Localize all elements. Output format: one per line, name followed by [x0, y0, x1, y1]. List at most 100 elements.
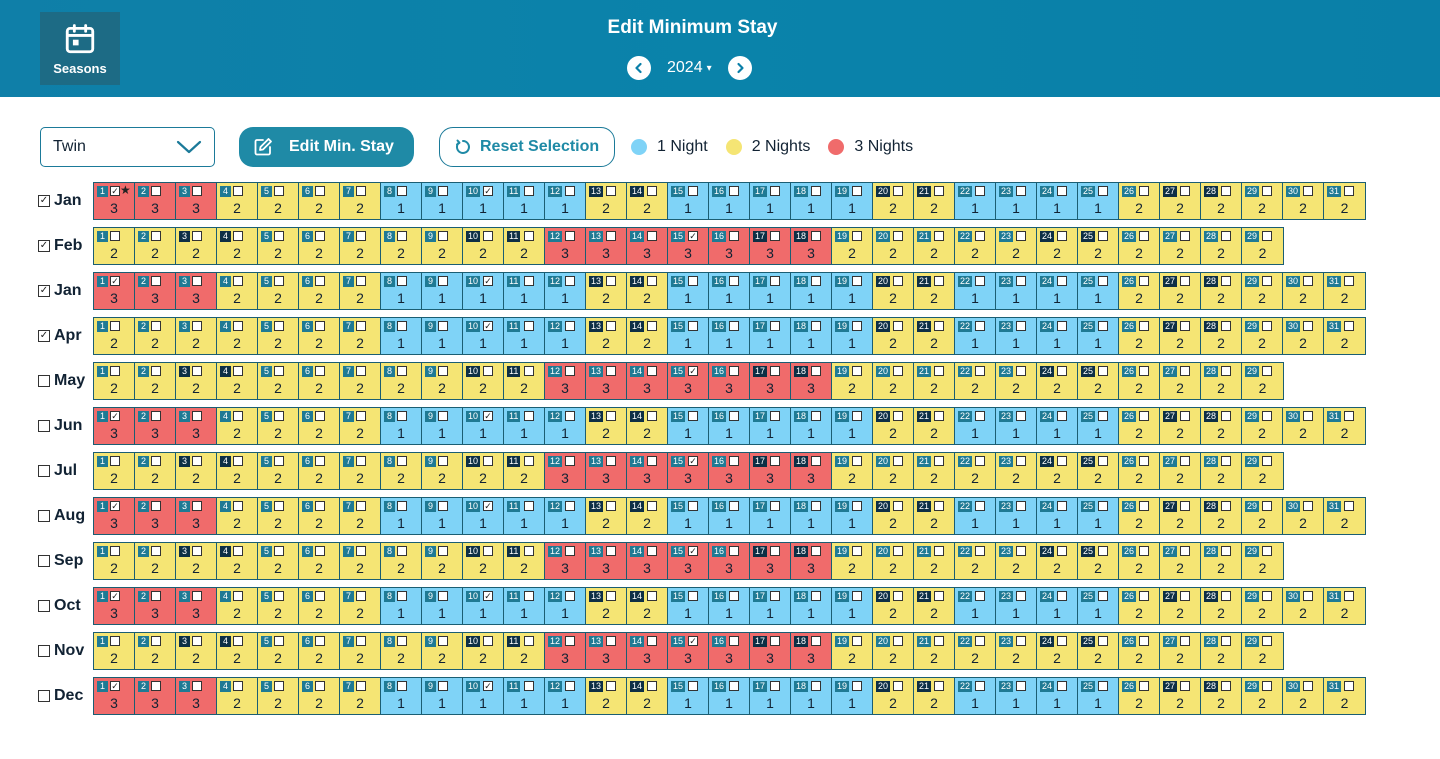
day-cell[interactable]: 30 2	[1283, 678, 1324, 714]
day-cell[interactable]: 33	[176, 498, 217, 534]
day-checkbox[interactable]	[606, 411, 616, 421]
day-cell[interactable]: 15 1	[668, 588, 709, 624]
day-checkbox[interactable]	[1221, 591, 1231, 601]
day-cell[interactable]: 91	[422, 318, 463, 354]
day-cell[interactable]: 10 2	[463, 453, 504, 489]
day-checkbox[interactable]	[1180, 276, 1190, 286]
day-checkbox[interactable]	[770, 501, 780, 511]
day-checkbox[interactable]	[397, 456, 407, 466]
day-cell[interactable]: 21 2	[914, 453, 955, 489]
day-cell[interactable]: 22	[135, 363, 176, 399]
day-checkbox[interactable]	[688, 411, 698, 421]
day-checkbox[interactable]	[647, 501, 657, 511]
day-checkbox[interactable]	[1221, 276, 1231, 286]
day-cell[interactable]: 82	[381, 453, 422, 489]
day-cell[interactable]: 11 2	[504, 363, 545, 399]
day-checkbox[interactable]	[770, 231, 780, 241]
day-cell[interactable]: 26 2	[1119, 228, 1160, 264]
day-checkbox[interactable]	[852, 321, 862, 331]
day-checkbox[interactable]	[1139, 411, 1149, 421]
day-checkbox[interactable]	[1180, 186, 1190, 196]
day-cell[interactable]: 42	[217, 408, 258, 444]
day-checkbox[interactable]	[192, 681, 202, 691]
day-checkbox[interactable]	[192, 411, 202, 421]
day-cell[interactable]: 18 3	[791, 453, 832, 489]
day-cell[interactable]: 26 2	[1119, 318, 1160, 354]
day-checkbox[interactable]	[233, 366, 243, 376]
month-checkbox[interactable]	[38, 465, 50, 477]
day-cell[interactable]: 27 2	[1160, 273, 1201, 309]
day-checkbox[interactable]	[397, 636, 407, 646]
day-cell[interactable]: 62	[299, 318, 340, 354]
day-checkbox[interactable]	[274, 276, 284, 286]
day-cell[interactable]: 15 1	[668, 408, 709, 444]
day-cell[interactable]: 33	[176, 183, 217, 219]
day-checkbox[interactable]	[1344, 591, 1354, 601]
day-checkbox[interactable]	[192, 321, 202, 331]
day-cell[interactable]: 29 2	[1242, 543, 1283, 579]
day-checkbox[interactable]	[438, 231, 448, 241]
day-cell[interactable]: 29 2	[1242, 588, 1283, 624]
day-cell[interactable]: 42	[217, 363, 258, 399]
day-cell[interactable]: 20 2	[873, 633, 914, 669]
day-cell[interactable]: 17 3	[750, 453, 791, 489]
day-checkbox[interactable]	[524, 276, 534, 286]
day-checkbox[interactable]	[852, 276, 862, 286]
day-cell[interactable]: 15 ✓ 3	[668, 228, 709, 264]
day-cell[interactable]: 15 ✓ 3	[668, 633, 709, 669]
day-checkbox[interactable]	[151, 546, 161, 556]
day-cell[interactable]: 16 1	[709, 273, 750, 309]
day-cell[interactable]: 27 2	[1160, 228, 1201, 264]
day-cell[interactable]: 12	[94, 228, 135, 264]
day-cell[interactable]: 32	[176, 453, 217, 489]
day-checkbox[interactable]	[1098, 681, 1108, 691]
month-checkbox[interactable]: ✓	[38, 330, 50, 342]
day-cell[interactable]: 29 2	[1242, 408, 1283, 444]
day-checkbox[interactable]	[233, 276, 243, 286]
day-checkbox[interactable]	[852, 186, 862, 196]
day-cell[interactable]: 19 1	[832, 588, 873, 624]
day-cell[interactable]: 17 3	[750, 543, 791, 579]
day-cell[interactable]: 11 1	[504, 183, 545, 219]
day-cell[interactable]: 20 2	[873, 318, 914, 354]
day-cell[interactable]: 29 2	[1242, 363, 1283, 399]
day-cell[interactable]: 23 2	[996, 633, 1037, 669]
day-checkbox[interactable]	[893, 411, 903, 421]
day-checkbox[interactable]	[934, 276, 944, 286]
day-cell[interactable]: 10 ✓ 1	[463, 273, 504, 309]
day-cell[interactable]: 15 1	[668, 678, 709, 714]
day-checkbox[interactable]	[315, 231, 325, 241]
day-checkbox[interactable]	[233, 231, 243, 241]
day-checkbox[interactable]	[1262, 411, 1272, 421]
day-cell[interactable]: 14 3	[627, 453, 668, 489]
day-checkbox[interactable]	[565, 456, 575, 466]
day-checkbox[interactable]	[483, 456, 493, 466]
day-checkbox[interactable]	[934, 636, 944, 646]
day-checkbox[interactable]	[397, 411, 407, 421]
day-checkbox[interactable]	[356, 276, 366, 286]
day-checkbox[interactable]	[151, 636, 161, 646]
day-cell[interactable]: 12 1	[545, 588, 586, 624]
day-cell[interactable]: 1 ✓ 3	[94, 588, 135, 624]
day-cell[interactable]: 14 2	[627, 318, 668, 354]
day-cell[interactable]: 22	[135, 633, 176, 669]
day-checkbox[interactable]	[852, 591, 862, 601]
day-checkbox[interactable]: ✓	[483, 276, 493, 286]
day-cell[interactable]: 18 3	[791, 543, 832, 579]
day-checkbox[interactable]	[1262, 591, 1272, 601]
day-checkbox[interactable]	[438, 546, 448, 556]
day-checkbox[interactable]	[274, 636, 284, 646]
day-cell[interactable]: 22 1	[955, 588, 996, 624]
day-cell[interactable]: 12 3	[545, 543, 586, 579]
day-checkbox[interactable]	[647, 411, 657, 421]
day-checkbox[interactable]	[1016, 411, 1026, 421]
day-checkbox[interactable]	[1344, 276, 1354, 286]
day-cell[interactable]: 26 2	[1119, 408, 1160, 444]
day-cell[interactable]: 1 ✓ 3	[94, 498, 135, 534]
day-checkbox[interactable]	[1180, 366, 1190, 376]
day-cell[interactable]: 22 1	[955, 498, 996, 534]
day-checkbox[interactable]	[1057, 186, 1067, 196]
day-checkbox[interactable]	[852, 411, 862, 421]
day-checkbox[interactable]	[274, 546, 284, 556]
day-checkbox[interactable]	[811, 456, 821, 466]
